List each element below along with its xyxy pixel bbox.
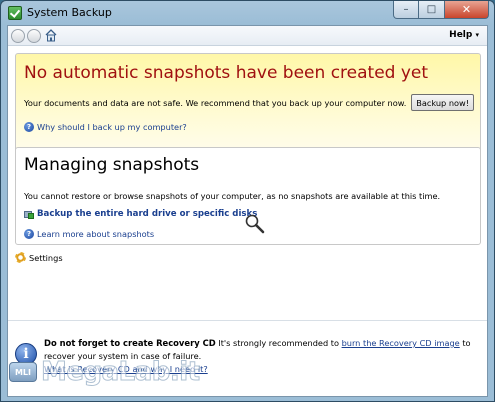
panel-message: You cannot restore or browse snapshots o…: [24, 191, 441, 201]
settings-link[interactable]: Settings: [15, 252, 63, 263]
learn-snapshots-link-label: Learn more about snapshots: [37, 229, 155, 239]
title-bar[interactable]: System Backup – □ ✕: [1, 1, 494, 25]
alert-title: No automatic snapshots have been created…: [24, 63, 429, 83]
megalab-watermark: MLI MegaLab.it: [9, 347, 201, 397]
help-question-icon: ?: [24, 122, 34, 132]
backup-disks-link-label: Backup the entire hard drive or specific…: [37, 209, 258, 219]
why-backup-link-label: Why should I back up my computer?: [37, 122, 187, 132]
minimize-button[interactable]: –: [393, 1, 419, 19]
close-button[interactable]: ✕: [445, 1, 489, 19]
navigation-bar: Help ▾: [8, 26, 487, 46]
mli-logo: MLI: [9, 362, 37, 382]
settings-link-label: Settings: [29, 252, 63, 263]
burn-recovery-cd-link[interactable]: burn the Recovery CD image: [342, 338, 460, 348]
watermark-text: MegaLab.it: [41, 357, 201, 388]
backup-disks-link[interactable]: Backup the entire hard drive or specific…: [24, 209, 257, 219]
help-menu[interactable]: Help ▾: [449, 30, 479, 40]
help-question-icon: ?: [24, 229, 34, 239]
panel-title: Managing snapshots: [24, 155, 200, 175]
learn-snapshots-link[interactable]: ? Learn more about snapshots: [24, 229, 154, 239]
no-snapshots-alert: No automatic snapshots have been created…: [15, 53, 481, 160]
gear-icon: [15, 252, 26, 263]
home-icon[interactable]: [45, 29, 57, 42]
chevron-down-icon: ▾: [475, 31, 479, 39]
client-area: Help ▾ No automatic snapshots have been …: [7, 25, 488, 397]
help-menu-label: Help: [449, 30, 473, 40]
system-backup-app-icon: [8, 6, 22, 20]
app-window: System Backup – □ ✕ Help ▾ No automatic …: [0, 0, 495, 402]
window-title: System Backup: [27, 6, 112, 19]
magnifier-cursor-icon: [245, 214, 265, 234]
backup-disk-icon: [24, 209, 34, 219]
recovery-notice-body: It's strongly recommended to: [215, 338, 342, 348]
alert-message: Your documents and data are not safe. We…: [24, 98, 407, 108]
maximize-button[interactable]: □: [419, 1, 445, 19]
backup-now-button[interactable]: Backup now!: [411, 94, 474, 111]
forward-button[interactable]: [27, 29, 41, 43]
why-backup-link[interactable]: ? Why should I back up my computer?: [24, 122, 187, 132]
window-controls: – □ ✕: [393, 1, 489, 19]
back-button[interactable]: [11, 29, 25, 43]
